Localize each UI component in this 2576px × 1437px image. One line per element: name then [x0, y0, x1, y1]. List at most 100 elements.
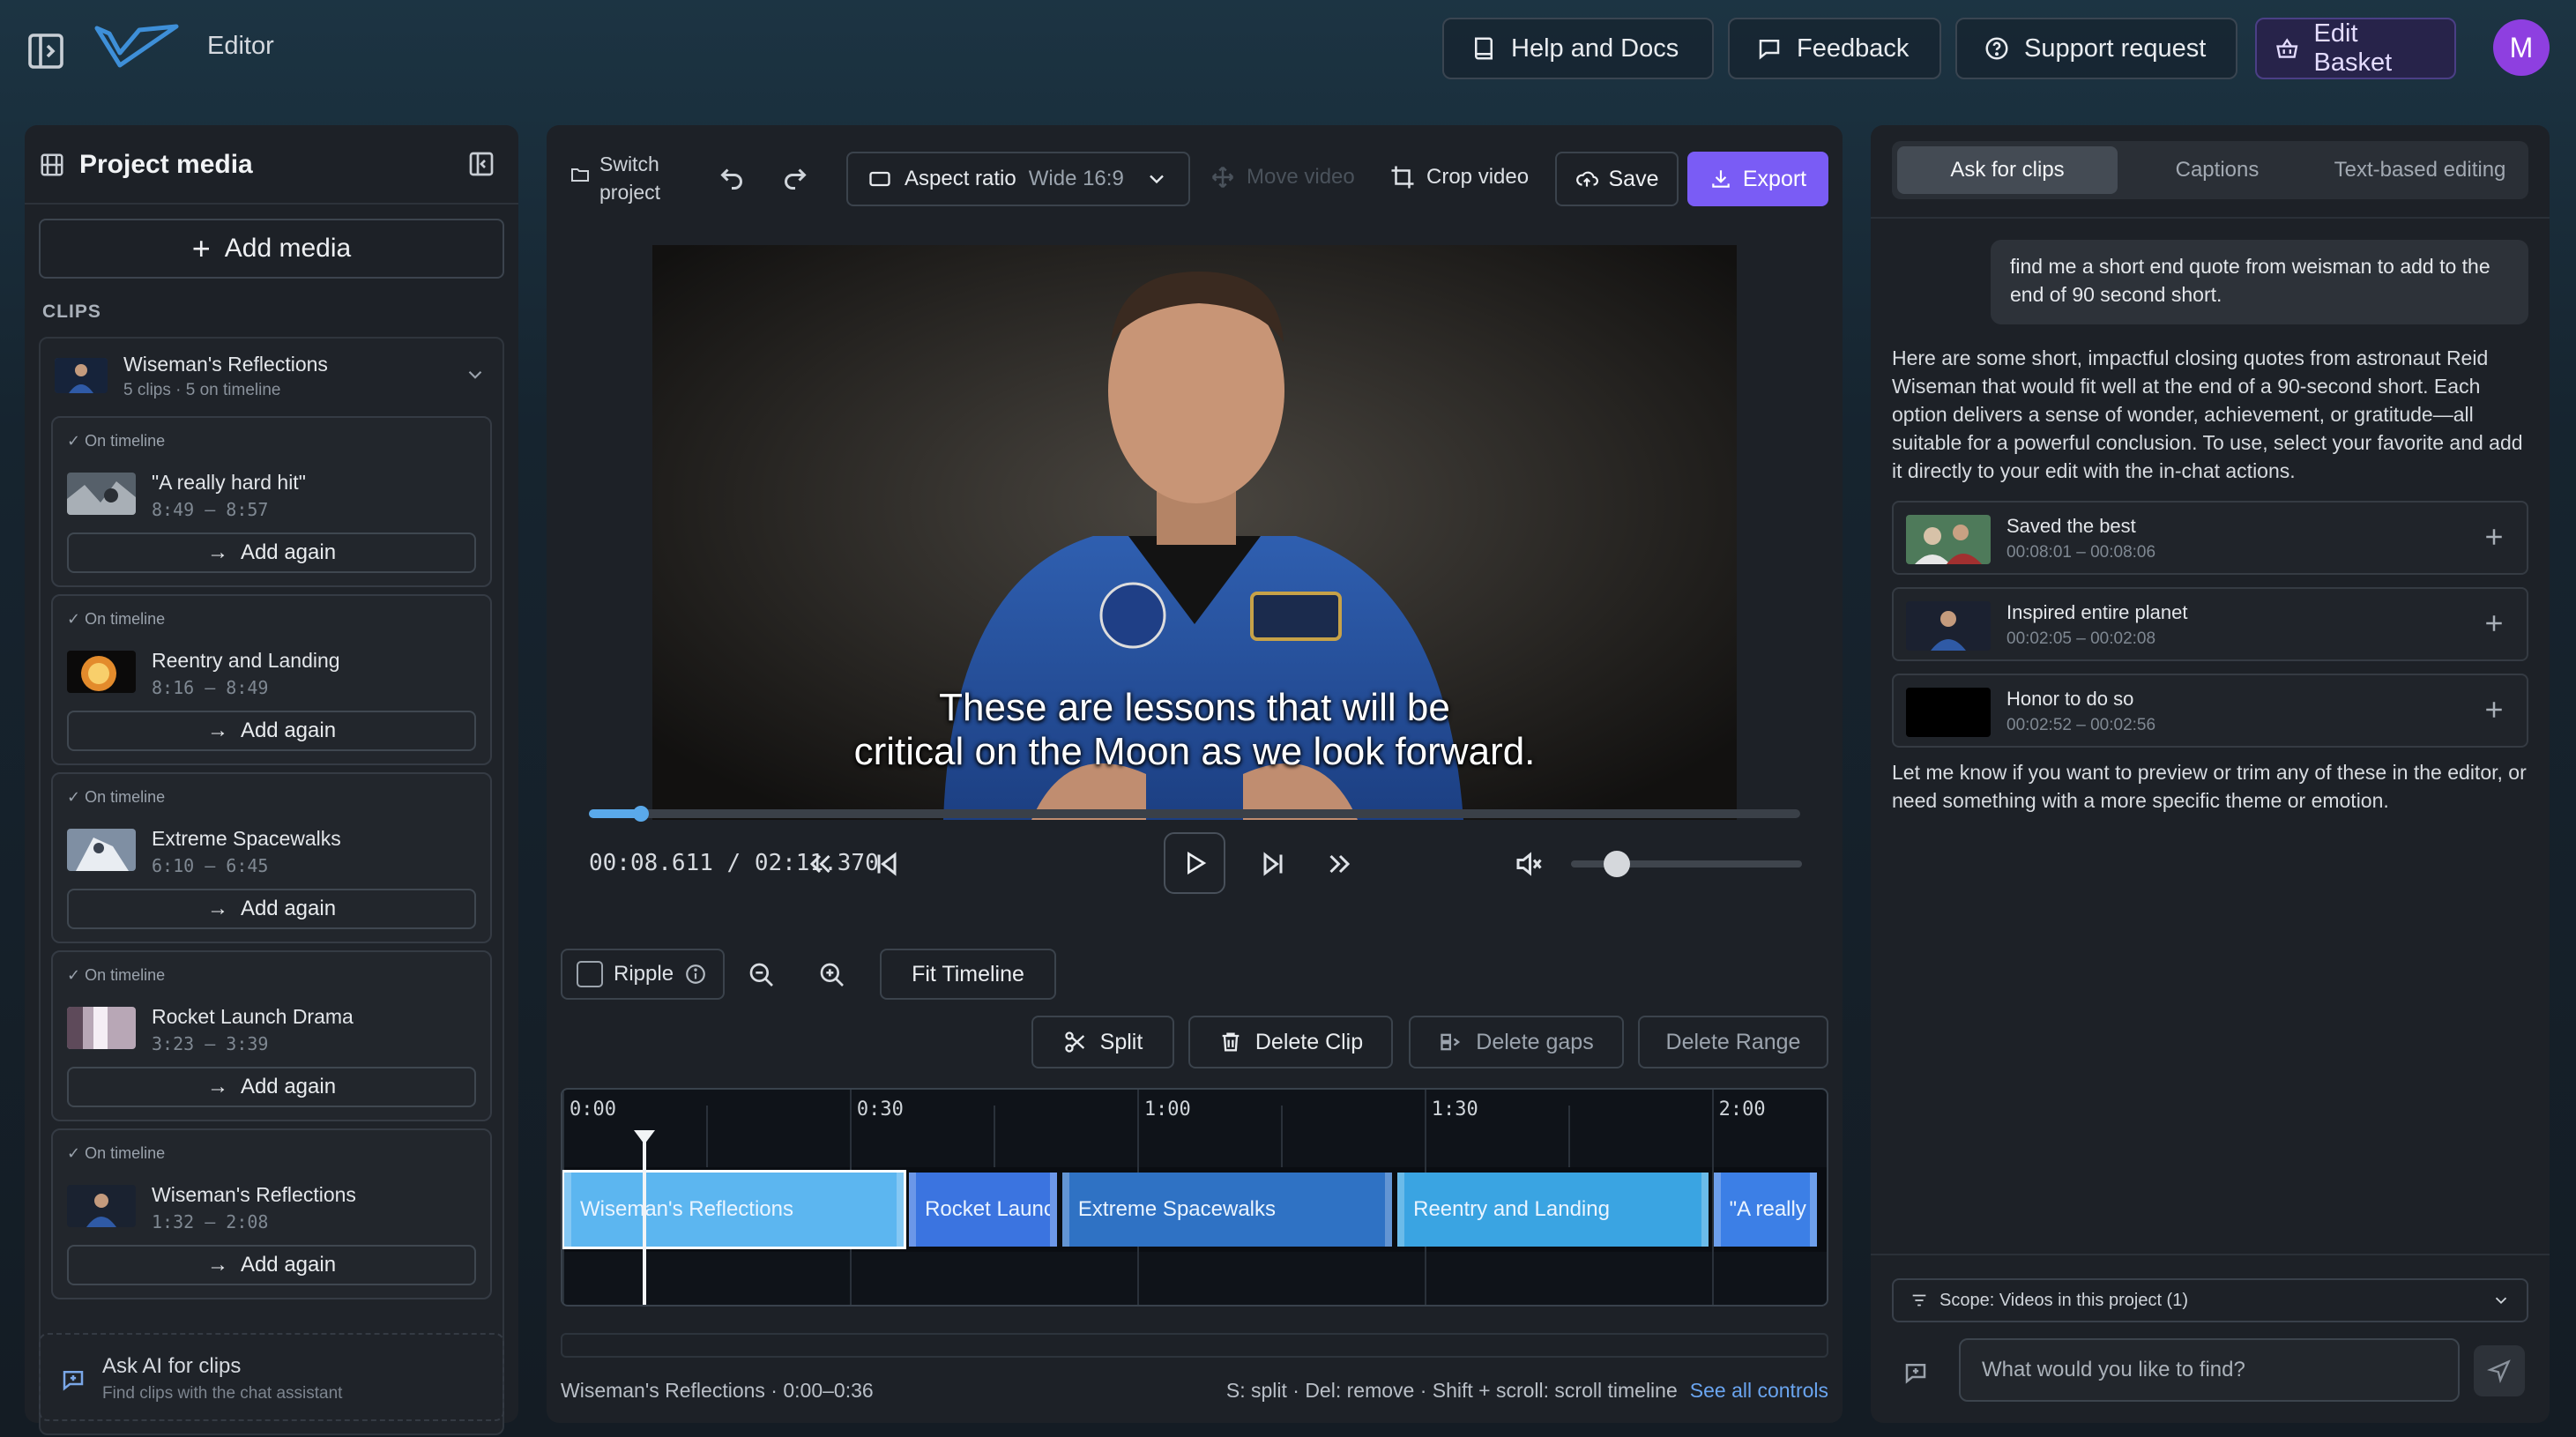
checkbox-box[interactable]: [577, 961, 603, 987]
delete-gaps-button[interactable]: Delete gaps: [1409, 1016, 1624, 1068]
suggested-clip[interactable]: Saved the best 00:08:01 – 00:08:06: [1892, 501, 2528, 575]
timeline-clip[interactable]: Rocket Launch Drama: [909, 1173, 1057, 1247]
ask-ai-clips-card[interactable]: Ask AI for clips Find clips with the cha…: [39, 1333, 504, 1421]
plus-icon[interactable]: [2481, 610, 2507, 637]
skip-back-icon[interactable]: [871, 848, 903, 880]
cloud-upload-icon: [1575, 171, 1598, 187]
status-text: On timeline: [85, 788, 166, 806]
save-button[interactable]: Save: [1555, 152, 1679, 206]
group-meta: 5 clips · 5 on timeline: [123, 381, 281, 399]
rewind-icon[interactable]: [804, 848, 836, 880]
move-video-label: Move video: [1247, 165, 1355, 189]
switch-project-label: Switch project: [599, 150, 660, 206]
collapse-panel-icon[interactable]: [467, 150, 495, 178]
support-request-label: Support request: [2024, 34, 2207, 63]
undo-icon[interactable]: [716, 160, 748, 192]
clip-group-header[interactable]: Wiseman's Reflections 5 clips · 5 on tim…: [41, 339, 503, 409]
tab-text-based-editing[interactable]: Text-based editing: [2317, 146, 2523, 194]
folder-icon: [571, 168, 589, 182]
move-video-button[interactable]: Move video: [1210, 164, 1355, 190]
feedback-button[interactable]: Feedback: [1728, 18, 1941, 79]
ripple-checkbox[interactable]: Ripple: [561, 949, 725, 1000]
tab-ask-for-clips[interactable]: Ask for clips: [1897, 146, 2118, 194]
split-label: Split: [1099, 1029, 1143, 1054]
support-request-button[interactable]: Support request: [1955, 18, 2237, 79]
scope-label: Scope: Videos in this project (1): [1939, 1290, 2189, 1310]
suggestion-title: Saved the best: [2006, 515, 2136, 537]
delete-clip-button[interactable]: Delete Clip: [1188, 1016, 1393, 1068]
ask-ai-subtitle: Find clips with the chat assistant: [102, 1384, 343, 1403]
see-all-controls-link[interactable]: See all controls: [1690, 1379, 1828, 1402]
aspect-ratio-select[interactable]: Aspect ratio Wide 16:9: [846, 152, 1190, 206]
chevron-down-icon[interactable]: [464, 363, 487, 386]
switch-project-line-2: project: [599, 181, 661, 204]
timeline-clip[interactable]: Reentry and Landing: [1397, 1173, 1709, 1247]
timeline-time-label: 0:00: [570, 1098, 616, 1121]
gaps-icon: [1441, 1033, 1461, 1051]
sidebar-toggle-icon[interactable]: [25, 30, 67, 69]
clip-range: 8:16 – 8:49: [152, 677, 269, 698]
plus-icon[interactable]: [2481, 696, 2507, 723]
switch-project-button[interactable]: Switch project: [570, 150, 660, 206]
add-again-button[interactable]: → Add again: [67, 1067, 476, 1107]
suggested-clip[interactable]: Honor to do so 00:02:52 – 00:02:56: [1892, 674, 2528, 748]
user-avatar[interactable]: M: [2493, 19, 2550, 76]
delete-range-button[interactable]: Delete Range: [1638, 1016, 1828, 1068]
edit-basket-button[interactable]: Edit Basket: [2255, 18, 2456, 79]
send-button[interactable]: [2474, 1345, 2525, 1396]
save-label: Save: [1608, 166, 1659, 191]
shortcut-hints: S: split · Del: remove · Shift + scroll:…: [1226, 1379, 1828, 1403]
add-again-button[interactable]: → Add again: [67, 711, 476, 751]
scope-select[interactable]: Scope: Videos in this project (1): [1892, 1278, 2528, 1322]
video-preview[interactable]: These are lessons that will be critical …: [652, 245, 1737, 820]
info-icon[interactable]: [684, 963, 707, 986]
status-text: On timeline: [85, 432, 166, 450]
zoom-out-icon[interactable]: [748, 961, 776, 989]
selection-status: Wiseman's Reflections · 0:00–0:36: [561, 1379, 874, 1402]
mute-icon[interactable]: [1513, 848, 1545, 880]
timeline-playhead[interactable]: [643, 1132, 647, 1305]
timeline-clip[interactable]: Wiseman's Reflections: [562, 1170, 907, 1249]
fast-forward-icon[interactable]: [1324, 848, 1356, 880]
video-subtitle: These are lessons that will be critical …: [652, 686, 1737, 774]
basket-icon: [2276, 38, 2298, 58]
split-button[interactable]: Split: [1031, 1016, 1174, 1068]
add-again-button[interactable]: → Add again: [67, 532, 476, 573]
playback-progress-bar[interactable]: [589, 806, 1800, 822]
app-title: Editor: [207, 32, 274, 60]
aspect-icon: [869, 171, 890, 187]
clip-name: Reentry and Landing: [152, 649, 340, 672]
timeline-clip[interactable]: Extreme Spacewalks: [1061, 1173, 1393, 1247]
zoom-in-icon[interactable]: [818, 961, 846, 989]
volume-handle[interactable]: [1604, 851, 1631, 877]
playhead-handle[interactable]: [634, 1130, 656, 1144]
on-timeline-status: ✓ On timeline: [67, 610, 166, 628]
export-button[interactable]: Export: [1687, 152, 1828, 206]
progress-handle[interactable]: [633, 806, 650, 822]
add-again-button[interactable]: → Add again: [67, 1245, 476, 1285]
help-docs-button[interactable]: Help and Docs: [1442, 18, 1714, 79]
delete-range-label: Delete Range: [1665, 1029, 1801, 1054]
timeline-clip[interactable]: "A really hard hit": [1713, 1173, 1818, 1247]
clip-card: ✓ On timeline "A really hard hit" 8:49 –…: [51, 416, 492, 587]
tab-captions[interactable]: Captions: [2123, 146, 2312, 194]
play-button[interactable]: [1164, 832, 1225, 894]
timeline-scrollbar[interactable]: [561, 1333, 1828, 1358]
clip-group: Wiseman's Reflections 5 clips · 5 on tim…: [39, 337, 504, 1435]
suggested-clip[interactable]: Inspired entire planet 00:02:05 – 00:02:…: [1892, 587, 2528, 661]
fit-timeline-button[interactable]: Fit Timeline: [880, 949, 1056, 1000]
chat-input[interactable]: What would you like to find?: [1959, 1338, 2460, 1402]
volume-slider[interactable]: [1571, 851, 1802, 877]
clip-name: Wiseman's Reflections: [152, 1183, 356, 1206]
on-timeline-status: ✓ On timeline: [67, 788, 166, 806]
skip-forward-icon[interactable]: [1257, 848, 1289, 880]
redo-icon[interactable]: [779, 160, 811, 192]
add-again-button[interactable]: → Add again: [67, 889, 476, 929]
crop-video-button[interactable]: Crop video: [1389, 164, 1529, 190]
timeline[interactable]: 0:00 0:30 1:00 1:30 2:00 Wiseman's Reflection…: [561, 1088, 1828, 1307]
add-media-button[interactable]: + Add media: [39, 219, 504, 279]
help-circle-icon: [1985, 37, 2008, 60]
new-chat-icon[interactable]: [1902, 1359, 1929, 1386]
add-again-label: Add again: [240, 1253, 337, 1277]
plus-icon[interactable]: [2481, 524, 2507, 550]
